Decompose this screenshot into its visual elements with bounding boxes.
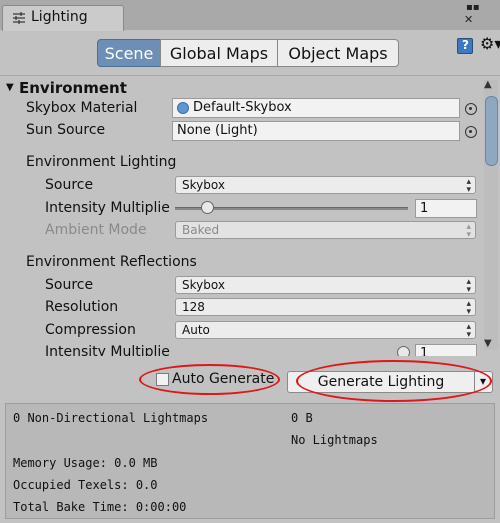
dropdown-arrow-icon: ▴ ▾ bbox=[466, 299, 471, 317]
compression-value: Auto bbox=[182, 323, 210, 337]
foldout-arrow-icon[interactable]: ▼ bbox=[6, 82, 14, 93]
tab-title: Lighting bbox=[31, 9, 88, 25]
dropdown-arrow-icon: ▴ ▾ bbox=[466, 222, 471, 240]
skybox-material-value: Default-Skybox bbox=[193, 100, 292, 115]
help-icon[interactable] bbox=[457, 38, 473, 54]
occupied-texels: Occupied Texels: 0.0 bbox=[13, 478, 158, 492]
intensity-slider-thumb[interactable] bbox=[200, 201, 214, 214]
reflections-intensity-value: 1 bbox=[420, 346, 429, 356]
tab-scene[interactable]: Scene bbox=[97, 39, 161, 67]
lighting-intensity-value: 1 bbox=[420, 201, 429, 216]
total-bake-time: Total Bake Time: 0:00:00 bbox=[13, 500, 187, 514]
gear-icon[interactable]: ⚙▾ bbox=[480, 34, 500, 53]
lighting-settings-icon bbox=[13, 12, 25, 24]
tab-scene-label: Scene bbox=[104, 43, 154, 63]
reflections-intensity-label: Intensity Multiplie bbox=[45, 344, 170, 356]
environment-lighting-header: Environment Lighting bbox=[26, 154, 177, 170]
window-menu-icon[interactable]: ▪▪ bbox=[466, 2, 480, 13]
annotation-circle bbox=[139, 364, 280, 395]
annotation-circle bbox=[296, 360, 492, 402]
object-picker-icon[interactable] bbox=[465, 126, 477, 138]
tab-global-maps[interactable]: Global Maps bbox=[160, 39, 278, 67]
reflections-source-value: Skybox bbox=[182, 278, 225, 292]
lighting-tab[interactable]: Lighting bbox=[2, 5, 124, 31]
close-icon[interactable]: ✕ bbox=[464, 13, 473, 26]
resolution-value: 128 bbox=[182, 300, 205, 314]
lighting-intensity-field[interactable]: 1 bbox=[415, 199, 477, 218]
memory-usage: Memory Usage: 0.0 MB bbox=[13, 456, 158, 470]
dropdown-arrow-icon: ▴ ▾ bbox=[466, 322, 471, 340]
lighting-source-label: Source bbox=[45, 177, 94, 193]
lightmap-stats-panel: 0 Non-Directional Lightmaps 0 B No Light… bbox=[5, 403, 495, 519]
sun-source-field[interactable]: None (Light) bbox=[172, 121, 460, 141]
compression-dropdown[interactable]: Auto ▴ ▾ bbox=[175, 321, 476, 340]
sun-source-label: Sun Source bbox=[26, 122, 106, 138]
scroll-up-icon[interactable]: ▲ bbox=[484, 79, 492, 90]
resolution-label: Resolution bbox=[45, 299, 119, 315]
settings-panel: ▼ Environment Skybox Material Default-Sk… bbox=[0, 75, 500, 356]
ambient-mode-value: Baked bbox=[182, 223, 220, 237]
scrollbar-thumb[interactable] bbox=[485, 96, 498, 166]
lighting-source-dropdown[interactable]: Skybox ▴ ▾ bbox=[175, 176, 476, 195]
environment-header[interactable]: Environment bbox=[19, 79, 127, 97]
environment-reflections-header: Environment Reflections bbox=[26, 254, 197, 270]
resolution-dropdown[interactable]: 128 ▴ ▾ bbox=[175, 298, 476, 317]
object-picker-icon[interactable] bbox=[465, 103, 477, 115]
tab-object-maps-label: Object Maps bbox=[288, 43, 388, 63]
lighting-intensity-label: Intensity Multiplie bbox=[45, 200, 170, 216]
no-lightmaps-text: No Lightmaps bbox=[291, 433, 378, 447]
lightmaps-count: 0 Non-Directional Lightmaps bbox=[13, 411, 209, 425]
reflections-intensity-field[interactable]: 1 bbox=[415, 344, 477, 356]
scroll-down-icon[interactable]: ▼ bbox=[484, 338, 492, 349]
reflections-source-dropdown[interactable]: Skybox ▴ ▾ bbox=[175, 276, 476, 295]
lightmaps-size: 0 B bbox=[291, 411, 313, 425]
lighting-source-value: Skybox bbox=[182, 178, 225, 192]
ambient-mode-dropdown: Baked ▴ ▾ bbox=[175, 221, 476, 240]
reflections-source-label: Source bbox=[45, 277, 94, 293]
sun-source-value: None (Light) bbox=[177, 123, 258, 138]
ambient-mode-label: Ambient Mode bbox=[45, 222, 147, 238]
tab-global-maps-label: Global Maps bbox=[169, 43, 269, 63]
reflections-slider-thumb[interactable] bbox=[397, 346, 410, 356]
dropdown-arrow-icon: ▴ ▾ bbox=[466, 177, 471, 195]
material-icon bbox=[177, 102, 189, 114]
dropdown-arrow-icon: ▴ ▾ bbox=[466, 277, 471, 295]
skybox-material-field[interactable]: Default-Skybox bbox=[172, 98, 460, 118]
tab-object-maps[interactable]: Object Maps bbox=[277, 39, 399, 67]
skybox-material-label: Skybox Material bbox=[26, 100, 138, 116]
compression-label: Compression bbox=[45, 322, 136, 338]
